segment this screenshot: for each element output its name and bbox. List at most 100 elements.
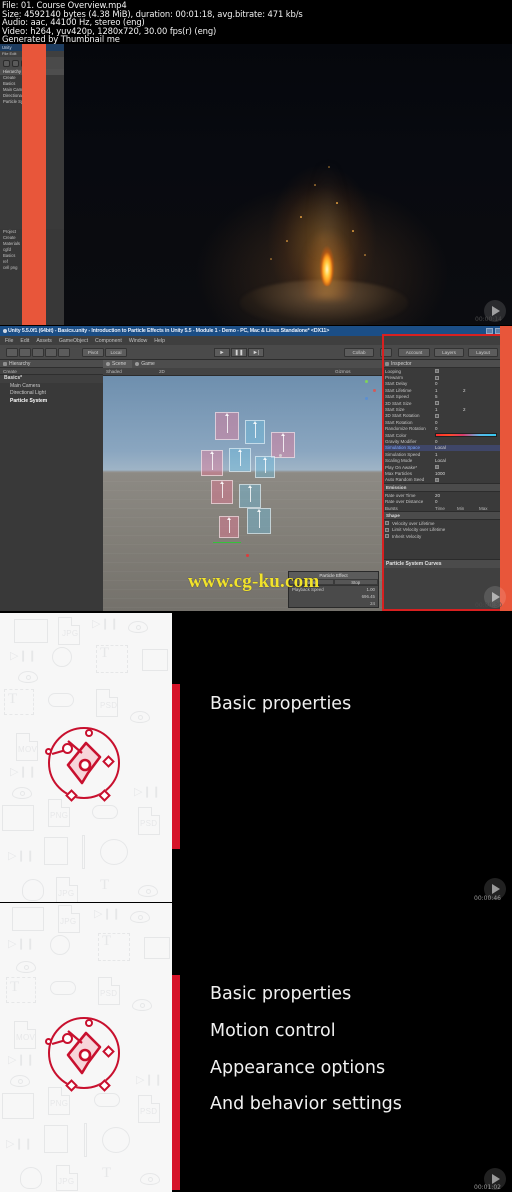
checkbox-icon[interactable] [435,401,439,406]
row-value[interactable]: 1000 [435,471,463,476]
campfire-photo [64,44,512,325]
gizmo-origin-handle[interactable] [246,554,249,557]
thumbnail-frame-2[interactable]: Unity 5.5.0f1 (64bit) - Basics.unity - I… [0,326,512,611]
hierarchy-panel[interactable]: Hierarchy Create Basics* Main Camera Dir… [0,360,103,611]
row-value-2[interactable]: 2 [463,388,489,393]
thumbnail-frame-1[interactable]: Unity File Edit Hierarchy Create Basics … [0,44,512,325]
pattern-play-icon: ▷❙❙ [6,1138,33,1150]
menu-gameobject[interactable]: GameObject [59,338,88,344]
checkbox-icon[interactable] [435,375,439,380]
gizmo-y-axis-icon[interactable] [364,380,368,384]
inspector-module-inherit-velocity[interactable]: Inherit Velocity [382,533,504,539]
thumbnail-frame-4[interactable]: JPG ▷❙❙ ▷❙❙ T T PSD MOV ▷❙❙ ▷❙❙ PNG PSD … [0,903,512,1192]
row-key: Simulation Space [385,445,421,451]
pattern-ghost-icon [22,879,44,901]
collab-button[interactable]: Collab [344,348,374,357]
inspector-row-start-lifetime[interactable]: Start Lifetime 1 2 [382,387,504,393]
hierarchy-item-directional-light[interactable]: Directional Light [0,390,103,398]
row-value[interactable]: 1 [435,407,463,412]
hierarchy-item-main-camera[interactable]: Main Camera [0,383,103,391]
menu-assets[interactable]: Assets [36,338,52,344]
menu-edit[interactable]: Edit [20,338,29,344]
row-value[interactable]: 0 [435,381,463,386]
ember-spark [336,202,338,204]
hierarchy-create-row[interactable]: Create [0,368,103,375]
minimize-icon[interactable] [486,328,493,334]
pause-button[interactable]: ❚❚ [231,348,247,357]
hierarchy-item-particle-system[interactable]: Particle System [0,398,103,406]
playback-speed-value[interactable]: 1.00 [366,586,375,593]
move-tool-icon[interactable] [12,59,19,67]
tab-scene[interactable]: Scene [103,360,133,368]
inspector-panel[interactable]: Inspector Looping Prewarm Start Delay 0 … [382,360,504,611]
play-button[interactable]: ► [214,348,230,357]
cloud-button-icon[interactable] [380,348,392,357]
unity-logo-icon [2,329,7,333]
inspector-row-start-size[interactable]: Start Size 1 2 [382,406,504,412]
menu-file[interactable]: File [5,338,13,344]
pattern-label-mov: MOV [16,1033,36,1042]
checkbox-icon[interactable] [435,413,439,418]
slide-bullet-1: Basic properties [210,984,352,1004]
unity-toolbar[interactable]: Pivot Local ► ❚❚ ►| Collab Account Layer… [0,345,512,360]
layers-button[interactable]: Layers [434,348,464,357]
local-toggle-button[interactable]: Local [105,348,127,357]
checkbox-icon[interactable] [385,527,389,532]
checkbox-icon[interactable] [385,521,389,526]
row-value[interactable]: 5 [435,394,463,399]
file-metadata-block: File: 01. Course Overview.mp4 Size: 4592… [2,1,510,44]
hand-tool-icon[interactable] [6,348,18,357]
shading-mode-dropdown[interactable]: Shaded [106,368,122,376]
layout-button[interactable]: Layout [468,348,498,357]
row-value[interactable]: 1 [435,388,463,393]
thumbnail-frame-3[interactable]: JPG ▷❙❙ ▷❙❙ T T PSD MOV ▷❙❙ ▷❙❙ PNG PSD … [0,613,512,902]
inspector-section-shape[interactable]: Shape [382,511,504,521]
row-value[interactable]: 0 [435,426,463,431]
ember-spark [270,258,272,260]
pattern-label-mov: MOV [18,745,38,754]
row-value[interactable]: 20 [435,493,463,498]
menu-component[interactable]: Component [95,338,122,344]
pattern-pencil-icon [82,835,85,869]
gizmo-x-axis-icon[interactable] [373,388,377,392]
scene-tabs[interactable]: Scene Game [103,360,382,368]
logo-handle-node [85,729,93,737]
toggle-2d-button[interactable]: 2D [159,368,165,376]
checkbox-icon[interactable] [385,534,389,539]
row-value[interactable]: 1 [435,452,463,457]
menu-help[interactable]: Help [154,338,165,344]
move-tool-icon[interactable] [19,348,31,357]
row-value-2[interactable]: 2 [463,407,489,412]
hierarchy-create-button[interactable]: Create [3,369,17,374]
particle-stop-button[interactable]: Stop [333,579,378,585]
pattern-eye-icon [12,787,32,799]
hierarchy-scene-root[interactable]: Basics* [0,375,103,383]
checkbox-icon[interactable] [435,477,439,482]
gizmo-z-axis-icon[interactable] [364,397,368,401]
inspector-section-emission[interactable]: Emission [382,483,504,493]
checkbox-icon[interactable] [435,369,439,374]
pivot-toggle-button[interactable]: Pivot [82,348,104,357]
rotate-tool-icon[interactable] [32,348,44,357]
tab-game[interactable]: Game [132,360,161,368]
row-value[interactable]: 0 [435,439,463,444]
menu-window[interactable]: Window [129,338,147,344]
rect-tool-icon[interactable] [58,348,70,357]
step-button[interactable]: ►| [248,348,264,357]
scale-tool-icon[interactable] [45,348,57,357]
row-value[interactable]: Local [435,458,463,463]
scene-toolbar[interactable]: Shaded 2D Gizmos [103,368,382,376]
pattern-label-psd: PSD [100,989,118,998]
gizmos-dropdown[interactable]: Gizmos [335,368,351,376]
checkbox-icon[interactable] [435,465,439,470]
unity-menubar[interactable]: File Edit Assets GameObject Component Wi… [0,336,512,345]
row-key: Limit Velocity over Lifetime [392,527,446,533]
hand-tool-icon[interactable] [3,59,10,67]
row-value[interactable]: 0 [435,420,463,425]
row-value[interactable]: Local [435,445,463,450]
account-button[interactable]: Account [398,348,430,357]
color-gradient-swatch[interactable] [435,432,497,438]
scene-view-gizmo[interactable] [356,380,377,401]
inspector-row-bursts[interactable]: Bursts Time Min Max [382,505,504,511]
row-value[interactable]: 0 [435,499,463,504]
